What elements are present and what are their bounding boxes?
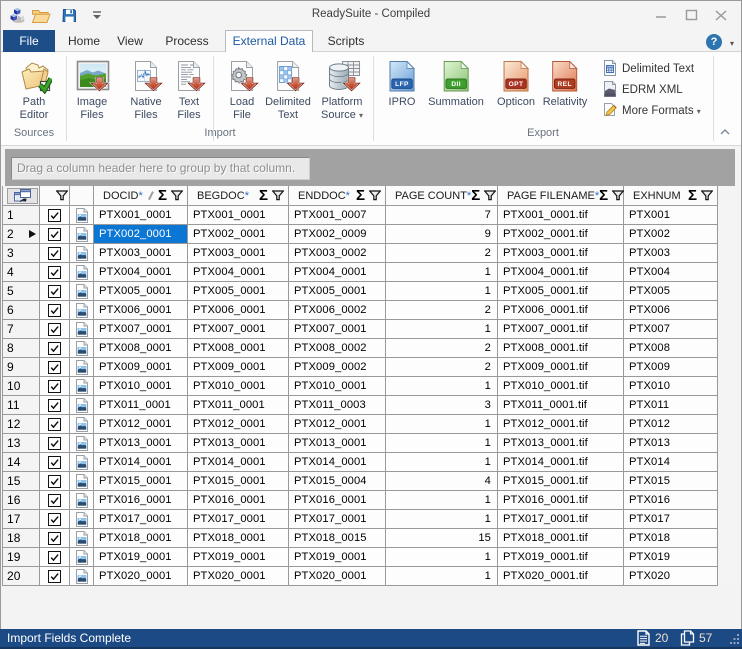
svg-text:DII: DII (451, 81, 461, 88)
svg-text:LFP: LFP (395, 81, 409, 88)
svg-text:OPT: OPT (509, 81, 524, 88)
svg-text:REL: REL (558, 81, 572, 88)
